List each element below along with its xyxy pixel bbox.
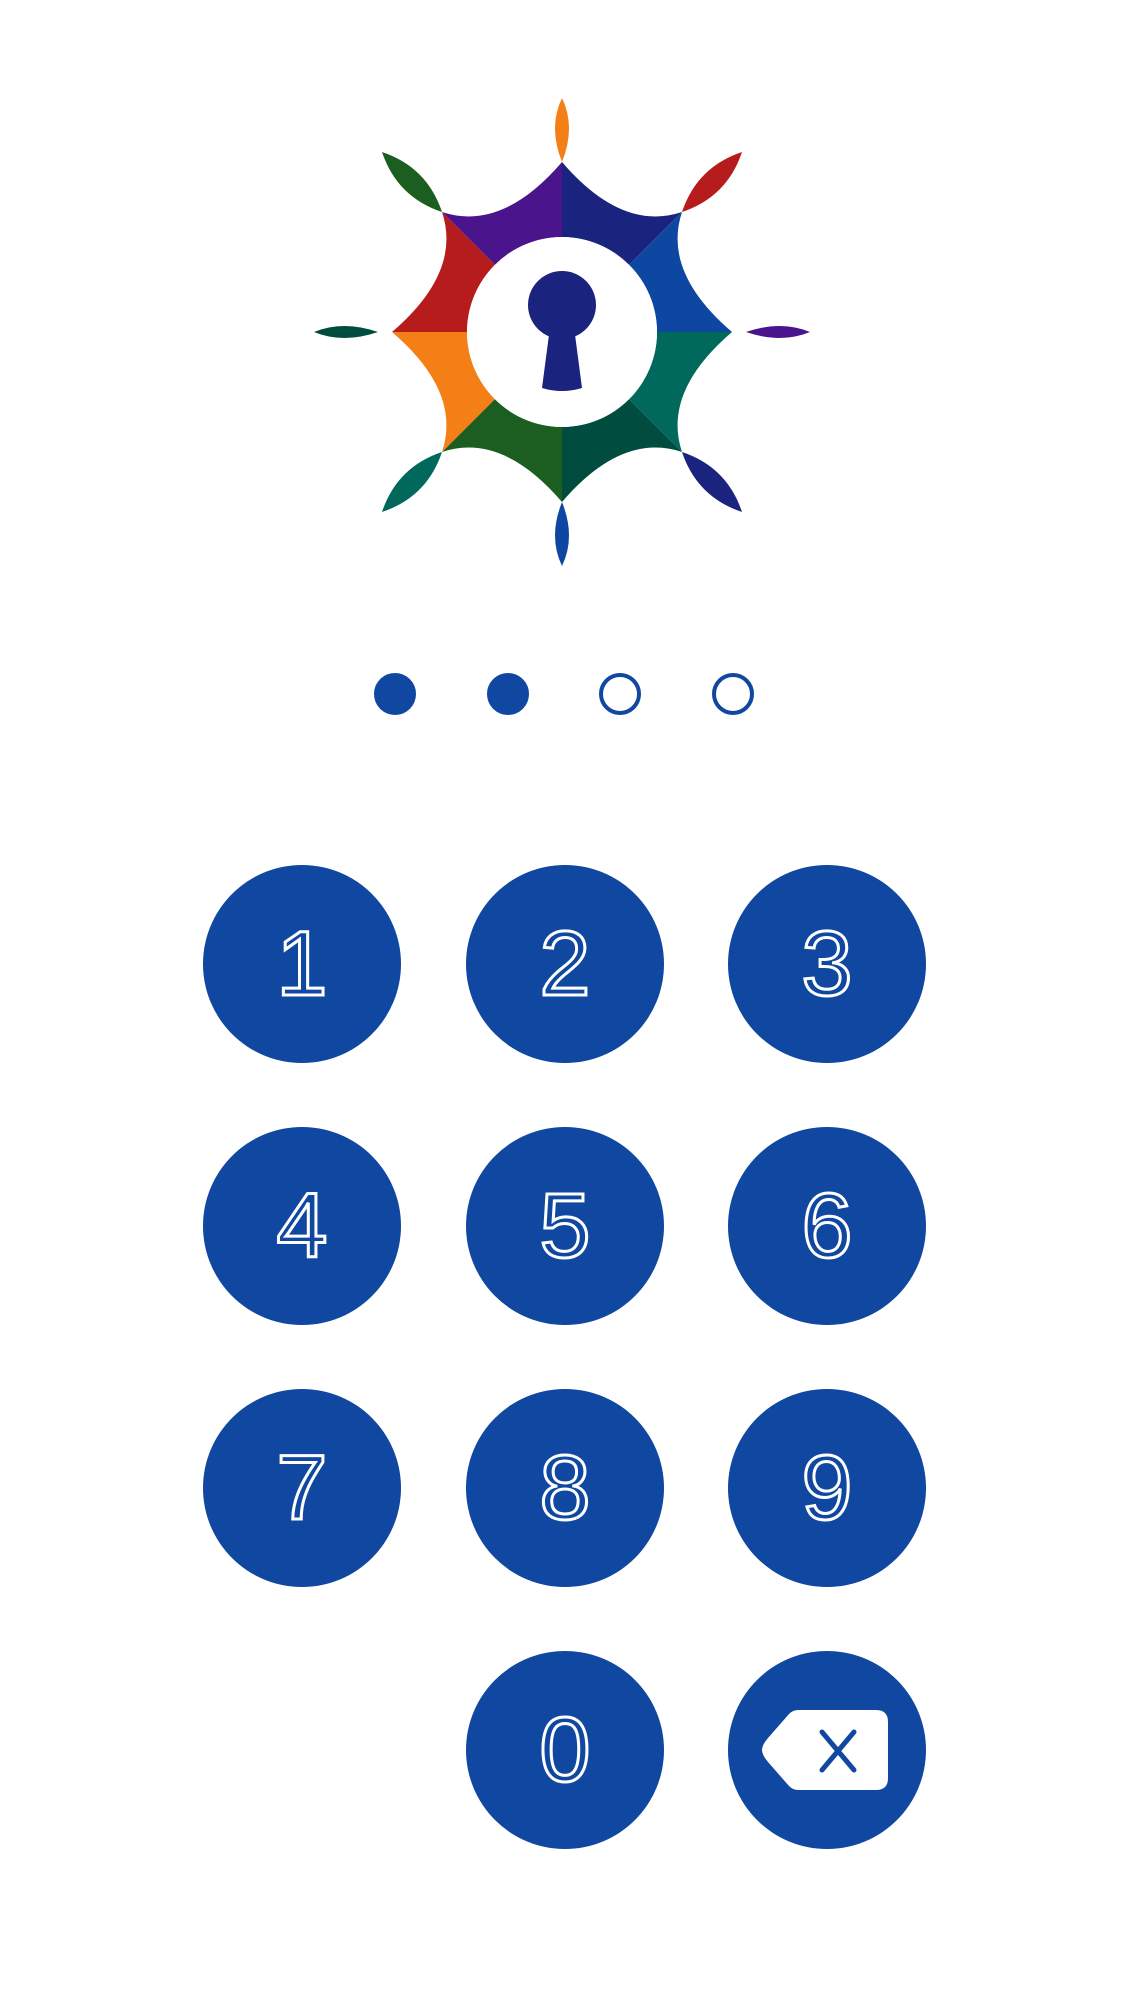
key-1-label: 1	[275, 913, 329, 1015]
key-0-label: 0	[538, 1699, 592, 1801]
pin-dot-filled	[487, 673, 529, 715]
key-6[interactable]: 6	[728, 1127, 926, 1325]
key-8[interactable]: 8	[466, 1389, 664, 1587]
pin-dot-empty	[599, 673, 641, 715]
key-8-label: 8	[538, 1437, 592, 1539]
key-9[interactable]: 9	[728, 1389, 926, 1587]
key-9-label: 9	[800, 1437, 854, 1539]
key-7-label: 7	[275, 1437, 329, 1539]
pin-indicator	[0, 673, 1125, 723]
key-5-label: 5	[538, 1175, 592, 1277]
key-4[interactable]: 4	[203, 1127, 401, 1325]
key-2-label: 2	[538, 913, 592, 1015]
app-logo	[314, 98, 810, 566]
key-4-label: 4	[275, 1175, 329, 1277]
key-0[interactable]: 0	[466, 1651, 664, 1849]
delete-button[interactable]	[728, 1651, 926, 1849]
backspace-icon	[762, 1710, 888, 1790]
key-2[interactable]: 2	[466, 865, 664, 1063]
pin-dot-filled	[374, 673, 416, 715]
key-7[interactable]: 7	[203, 1389, 401, 1587]
key-1[interactable]: 1	[203, 865, 401, 1063]
key-6-label: 6	[800, 1175, 854, 1277]
pin-dot-empty	[712, 673, 754, 715]
key-5[interactable]: 5	[466, 1127, 664, 1325]
key-3[interactable]: 3	[728, 865, 926, 1063]
key-3-label: 3	[800, 913, 854, 1015]
